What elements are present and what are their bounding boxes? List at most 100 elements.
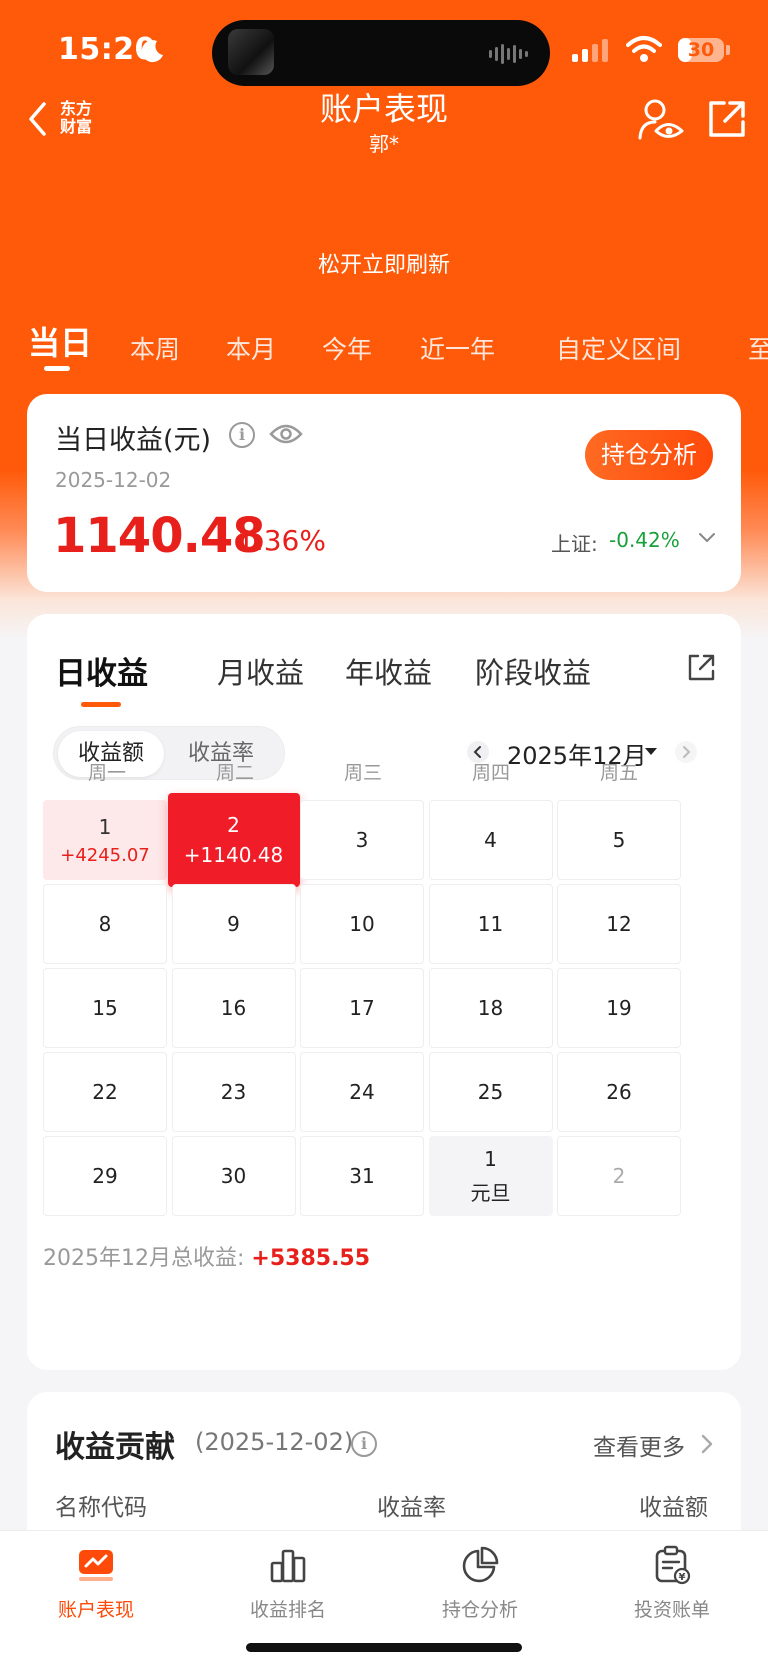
calendar-day-cell[interactable]: 29 <box>43 1136 167 1216</box>
weekday-header: 周一 周二 周三 周四 周五 <box>43 758 723 788</box>
day-number: 10 <box>349 912 375 936</box>
holding-analysis-button[interactable]: 持仓分析 <box>585 430 713 480</box>
calendar-day-cell[interactable]: 2 +1140.48 <box>167 793 300 887</box>
day-profit: +1140.48 <box>183 843 284 867</box>
weekday-label: 周四 <box>471 762 510 784</box>
column-header-rate: 收益率 <box>377 1495 446 1521</box>
calendar-day-cell[interactable]: 4 <box>428 800 553 880</box>
contribution-title: 收益贡献 <box>55 1430 175 1465</box>
tab-this-week[interactable]: 本周 <box>130 330 180 366</box>
caret-down-icon[interactable] <box>645 748 657 755</box>
wifi-icon <box>626 36 662 62</box>
share-icon[interactable] <box>706 98 748 140</box>
tab-custom-range[interactable]: 自定义区间 <box>556 330 681 366</box>
daily-profit-amount: 1140.48 <box>53 508 266 564</box>
calendar-day-cell[interactable]: 3 <box>300 800 424 880</box>
trend-chart-icon <box>79 1550 113 1581</box>
calendar-day-cell[interactable]: 30 <box>171 1136 296 1216</box>
pull-refresh-hint: 松开立即刷新 <box>317 253 450 278</box>
day-number: 24 <box>349 1080 375 1104</box>
column-header-name: 名称代码 <box>55 1495 147 1521</box>
tab-this-month[interactable]: 本月 <box>226 330 276 366</box>
weekday-label: 周三 <box>343 762 382 784</box>
day-number: 8 <box>98 912 112 936</box>
month-total: 2025年12月总收益: +5385.55 <box>43 1240 370 1272</box>
calendar-day-cell[interactable]: 11 <box>428 884 553 964</box>
bill-icon: ¥ <box>655 1545 691 1585</box>
tab-today[interactable]: 当日 <box>28 318 92 371</box>
column-header-amount: 收益额 <box>639 1495 708 1521</box>
privacy-user-icon[interactable] <box>638 98 684 142</box>
calendar-day-cell[interactable]: 31 <box>300 1136 424 1216</box>
index-change[interactable]: -0.42% <box>609 528 680 552</box>
calendar-day-cell[interactable]: 5 <box>557 800 681 880</box>
calendar-day-cell[interactable]: 1 元旦 <box>428 1136 553 1216</box>
day-number: 1 <box>98 814 112 839</box>
tab-holding-analysis[interactable]: 持仓分析 <box>384 1545 576 1622</box>
calendar-day-cell[interactable]: 1 +4245.07 <box>43 800 167 880</box>
info-icon[interactable]: i <box>351 1431 377 1457</box>
calendar-day-cell[interactable]: 9 <box>171 884 296 964</box>
tab-stage-profit[interactable]: 阶段收益 <box>475 650 591 692</box>
home-indicator <box>246 1643 522 1652</box>
battery-indicator: 30 <box>678 38 724 62</box>
daily-profit-rate: 1.36% <box>237 524 326 557</box>
tab-yearly-profit[interactable]: 年收益 <box>345 650 432 692</box>
tab-account-performance[interactable]: 账户表现 <box>0 1545 192 1622</box>
battery-level: 30 <box>687 39 715 61</box>
calendar-day-cell[interactable]: 8 <box>43 884 167 964</box>
month-total-value: +5385.55 <box>251 1246 371 1271</box>
share-icon[interactable] <box>685 652 717 684</box>
day-number: 18 <box>477 996 504 1020</box>
eye-icon[interactable] <box>269 422 303 446</box>
day-number: 19 <box>606 996 632 1020</box>
day-number: 23 <box>220 1080 247 1104</box>
chevron-right-icon[interactable] <box>699 1432 715 1456</box>
calendar-day-cell[interactable]: 17 <box>300 968 424 1048</box>
tab-monthly-profit[interactable]: 月收益 <box>217 650 304 692</box>
day-number: 12 <box>606 912 632 936</box>
weekday-label: 周一 <box>87 762 126 784</box>
tab-last-year[interactable]: 近一年 <box>420 330 495 366</box>
daily-summary-card: 当日收益(元) i 2025-12-02 1140.48 1.36% 持仓分析 … <box>27 394 741 592</box>
month-total-label: 2025年12月总收益: <box>43 1246 245 1271</box>
calendar-day-cell[interactable]: 25 <box>428 1052 553 1132</box>
view-more-link[interactable]: 查看更多 <box>593 1428 685 1462</box>
calendar-day-cell[interactable]: 12 <box>557 884 681 964</box>
svg-text:¥: ¥ <box>679 1572 686 1583</box>
tab-this-year[interactable]: 今年 <box>322 330 372 366</box>
calendar-day-cell[interactable]: 23 <box>171 1052 296 1132</box>
day-number: 30 <box>220 1164 247 1188</box>
calendar-day-cell[interactable]: 26 <box>557 1052 681 1132</box>
calendar-day-cell[interactable]: 22 <box>43 1052 167 1132</box>
contribution-date: (2025-12-02) <box>195 1428 354 1456</box>
daily-date: 2025-12-02 <box>55 468 172 492</box>
calendar-day-cell[interactable]: 19 <box>557 968 681 1048</box>
info-icon[interactable]: i <box>229 422 255 448</box>
tab-daily-profit[interactable]: 日收益 <box>55 648 148 707</box>
day-profit: +4245.07 <box>60 844 150 866</box>
index-label[interactable]: 上证: <box>551 528 598 557</box>
day-number: 1 <box>484 1146 497 1171</box>
calendar-day-cell[interactable]: 18 <box>428 968 553 1048</box>
calendar-day-cell[interactable]: 10 <box>300 884 424 964</box>
day-number: 3 <box>355 828 369 852</box>
day-number: 16 <box>220 996 247 1020</box>
daily-title: 当日收益(元) <box>55 425 212 456</box>
day-number: 2 <box>612 1164 626 1188</box>
day-number: 29 <box>92 1164 118 1188</box>
calendar-day-cell[interactable]: 2 <box>557 1136 681 1216</box>
tab-label: 账户表现 <box>57 1599 134 1621</box>
chevron-down-icon[interactable] <box>697 528 717 548</box>
tab-profit-ranking[interactable]: 收益排名 <box>192 1545 384 1622</box>
bar-rank-icon <box>270 1549 306 1583</box>
calendar-day-cell[interactable]: 24 <box>300 1052 424 1132</box>
tab-label: 投资账单 <box>633 1599 710 1621</box>
day-number: 11 <box>477 912 504 936</box>
tab-since[interactable]: 至 <box>748 330 768 366</box>
day-number: 31 <box>349 1164 375 1188</box>
calendar-day-cell[interactable]: 15 <box>43 968 167 1048</box>
calendar-day-cell[interactable]: 16 <box>171 968 296 1048</box>
tab-investment-bill[interactable]: ¥ 投资账单 <box>576 1545 768 1622</box>
day-number: 17 <box>349 996 375 1020</box>
